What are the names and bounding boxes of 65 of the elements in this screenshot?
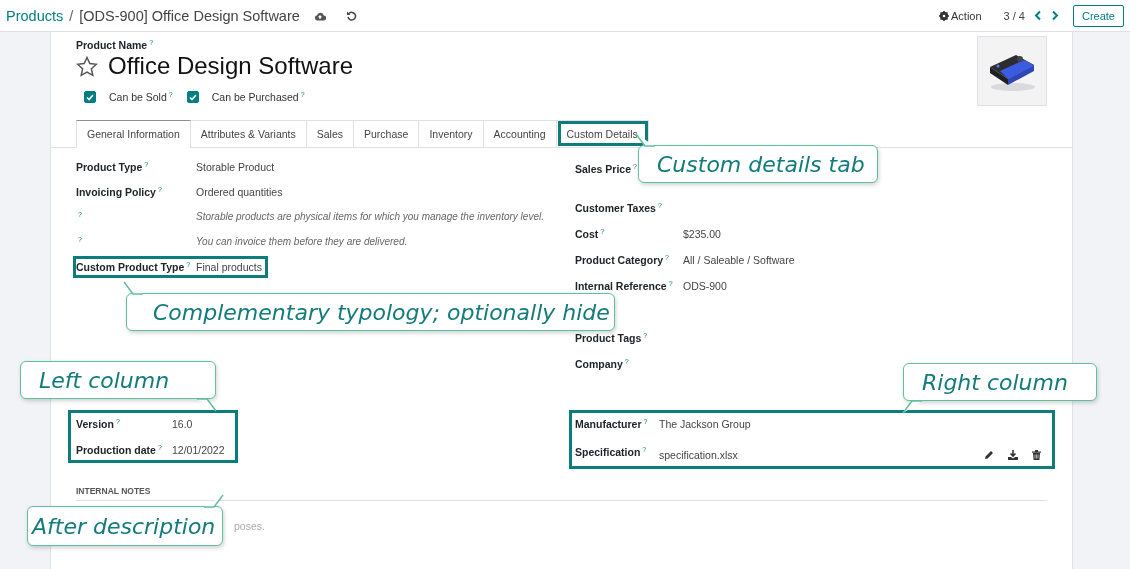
breadcrumb-link[interactable]: Products <box>6 7 64 24</box>
field-value: 16.0 <box>172 418 193 430</box>
callout: Custom details tab <box>638 145 878 183</box>
field-label: Production date <box>76 444 156 456</box>
notes-field[interactable]: poses. <box>234 520 354 532</box>
trash-icon[interactable] <box>1032 450 1041 460</box>
tab[interactable]: General Information <box>76 120 191 148</box>
callout-tail <box>197 398 217 412</box>
field-label: Product Category <box>575 254 664 266</box>
callout: Complementary typology; optionally hide <box>126 293 615 331</box>
hint-text: You can invoice them before they are delivered. <box>196 236 408 247</box>
field-label: Internal Reference <box>575 280 667 292</box>
checkmark-icon <box>188 93 197 101</box>
callout-tail <box>635 133 655 147</box>
breadcrumb-separator: / <box>69 7 74 24</box>
download-icon[interactable] <box>1008 450 1018 460</box>
field-label: Product Tags <box>575 332 642 344</box>
field-value: 12/01/2022 <box>172 444 225 456</box>
record-title: [ODS-900] Office Design Software <box>79 7 300 24</box>
checkbox[interactable] <box>186 91 199 103</box>
tab[interactable]: Inventory <box>419 120 484 147</box>
tab[interactable]: Accounting <box>483 120 557 147</box>
action-menu-button[interactable]: Action <box>939 9 982 22</box>
chevron-right-icon[interactable] <box>1050 10 1059 21</box>
section-heading: INTERNAL NOTES <box>76 486 1047 501</box>
checkbox[interactable] <box>84 91 96 103</box>
field-value: All / Saleable / Software <box>683 254 795 266</box>
field-label: Invoicing Policy <box>76 186 156 198</box>
field-label: Company <box>575 358 623 370</box>
field-label: Manufacturer <box>575 418 642 430</box>
pencil-icon[interactable] <box>984 450 994 460</box>
field-value: ODS-900 <box>683 280 727 292</box>
checkbox-label: Can be Sold <box>109 91 167 103</box>
tab[interactable]: Purchase <box>354 120 420 147</box>
hint-text: Storable products are physical items for which you manage the inventory level. <box>196 211 544 222</box>
field-value: Final products <box>196 261 262 273</box>
chevron-left-icon[interactable] <box>1033 10 1042 21</box>
tab[interactable]: Sales <box>306 120 354 147</box>
field-value: $235.00 <box>683 228 721 240</box>
tab[interactable]: Attributes & Variants <box>190 120 307 147</box>
checkmark-icon <box>86 93 94 101</box>
callout-tail <box>123 281 143 295</box>
callout-tail <box>204 494 224 508</box>
pager-counter: 3 / 4 <box>1003 9 1025 22</box>
field-label: Specification <box>575 446 641 458</box>
field-label: Sales Price <box>575 163 632 175</box>
file-name[interactable]: specification.xlsx <box>659 449 738 461</box>
field-label: Customer Taxes <box>575 202 656 214</box>
gear-icon <box>939 10 949 21</box>
star-icon[interactable] <box>76 55 98 77</box>
create-button[interactable]: Create <box>1072 4 1124 27</box>
field-label: Cost <box>575 228 599 240</box>
field-value: The Jackson Group <box>659 418 751 430</box>
field-value: Ordered quantities <box>196 186 283 198</box>
checkbox-label: Can be Purchased <box>211 91 299 103</box>
field-label: Product Type <box>76 161 143 173</box>
field-label: Product Name <box>76 39 148 51</box>
field-value: Storable Product <box>196 161 275 173</box>
callout-tail <box>902 400 922 414</box>
field-label: Custom Product Type <box>76 261 185 273</box>
cloud-upload-icon[interactable] <box>313 10 326 21</box>
field-label: Version <box>76 418 114 430</box>
callout: After description <box>27 506 223 546</box>
product-name: Office Design Software <box>108 52 353 80</box>
undo-icon[interactable] <box>345 10 357 21</box>
